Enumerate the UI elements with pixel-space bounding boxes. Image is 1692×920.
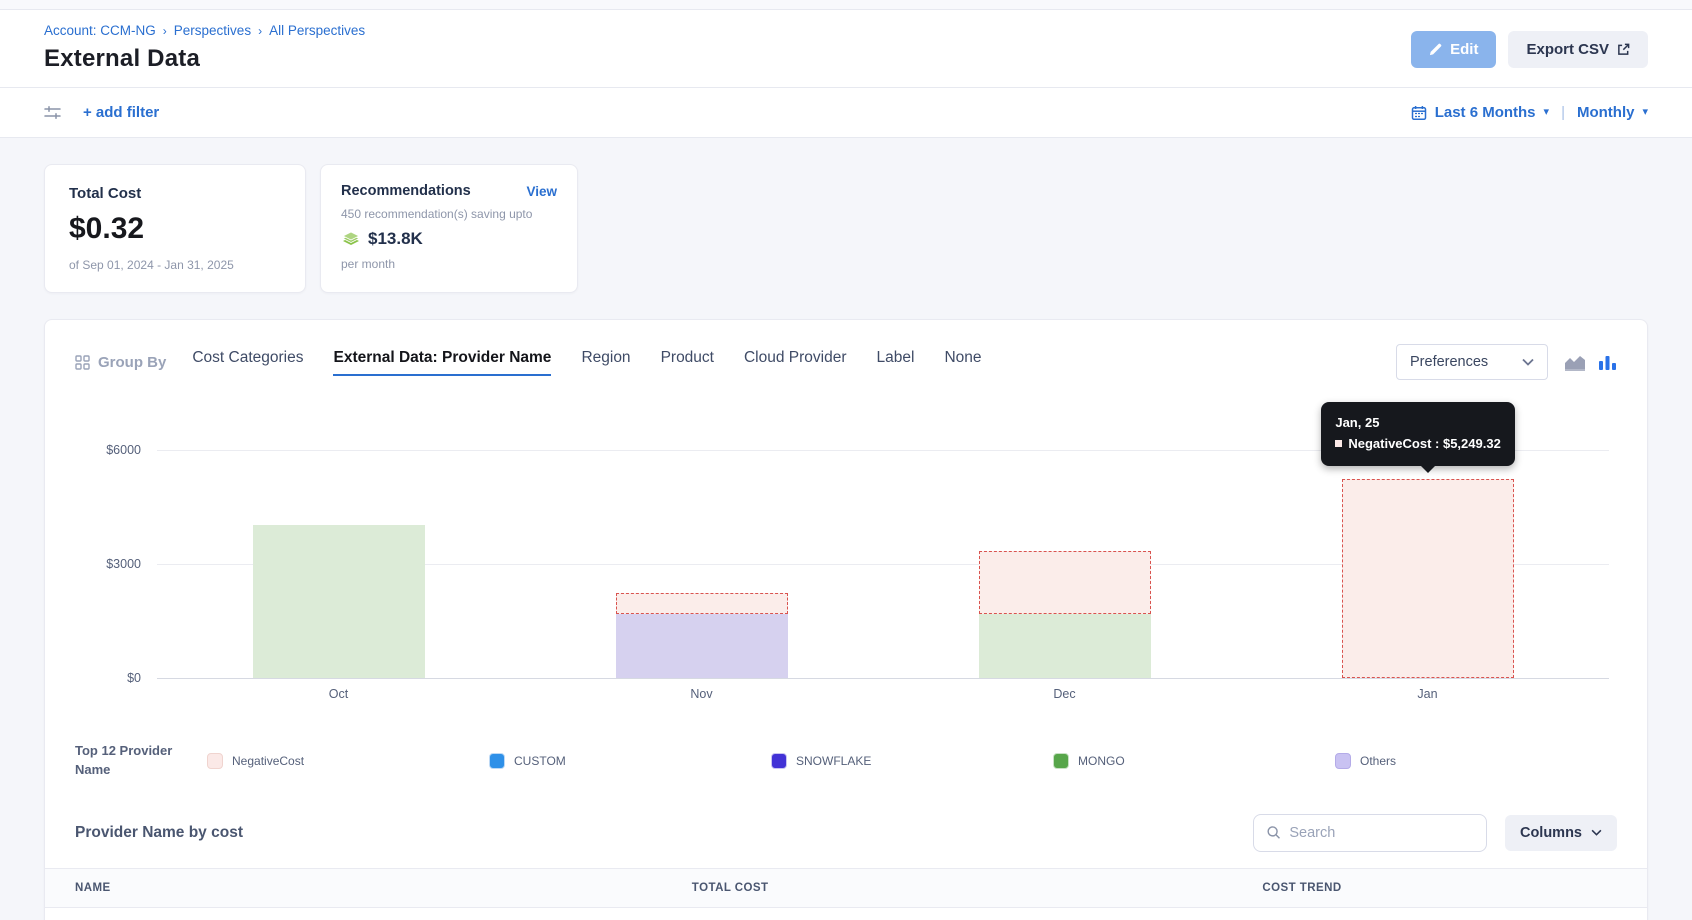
breadcrumb-separator: ›	[163, 24, 167, 38]
recommendations-card: Recommendations View 450 recommendation(…	[320, 164, 578, 293]
bar-segment-snowflake[interactable]	[616, 614, 788, 678]
legend-item[interactable]: SNOWFLAKE	[771, 753, 1053, 769]
x-axis-label: Jan	[1246, 687, 1609, 701]
pencil-icon	[1429, 43, 1442, 56]
chart-tooltip: Jan, 25 NegativeCost : $5,249.32	[1321, 402, 1514, 466]
legend-swatch	[771, 753, 787, 769]
recommendations-savings: $13.8K	[368, 229, 423, 249]
tooltip-swatch	[1335, 440, 1342, 447]
bar-segment-mongo[interactable]	[253, 525, 425, 678]
recommendations-view-link[interactable]: View	[526, 184, 557, 199]
legend-label: MONGO	[1078, 754, 1125, 768]
breadcrumb: Account: CCM-NG › Perspectives › All Perspec…	[44, 23, 365, 38]
filter-bar: + add filter Last 6 Months ▾ | Monthly ▾	[0, 88, 1692, 138]
group-by-tab[interactable]: Cost Categories	[192, 349, 303, 376]
chart-legend: Top 12 Provider Name NegativeCost CUSTOM S…	[75, 730, 1617, 800]
provider-cost-table: NAMETOTAL COSTCOST TREND CUSTOM$0.32▲NA%	[45, 868, 1647, 920]
recommendations-label: Recommendations	[341, 183, 471, 199]
legend-label: SNOWFLAKE	[796, 754, 871, 768]
edit-button[interactable]: Edit	[1411, 31, 1496, 68]
total-cost-label: Total Cost	[69, 185, 281, 202]
money-stack-icon	[341, 231, 361, 247]
breadcrumb-separator: ›	[258, 24, 262, 38]
x-axis-label: Dec	[883, 687, 1246, 701]
legend-item[interactable]: Others	[1335, 753, 1617, 769]
chevron-down-icon[interactable]: ▾	[1642, 107, 1648, 118]
legend-swatch	[1335, 753, 1351, 769]
granularity-dropdown[interactable]: Monthly	[1577, 104, 1635, 121]
chevron-down-icon	[1522, 358, 1534, 366]
export-csv-button[interactable]: Export CSV	[1508, 31, 1648, 68]
y-axis-tick: $6000	[75, 443, 141, 457]
legend-title: Top 12 Provider Name	[75, 742, 207, 780]
total-cost-card: Total Cost $0.32 of Sep 01, 2024 - Jan 3…	[44, 164, 306, 293]
group-by-tab[interactable]: Label	[877, 349, 915, 376]
group-by-tab[interactable]: External Data: Provider Name	[333, 349, 551, 376]
breadcrumb-link[interactable]: Perspectives	[174, 23, 251, 38]
grid-icon	[75, 355, 90, 370]
legend-label: NegativeCost	[232, 754, 304, 768]
legend-swatch	[1053, 753, 1069, 769]
bar-segment-negativecost[interactable]	[979, 551, 1151, 614]
date-range-dropdown[interactable]: Last 6 Months	[1435, 104, 1536, 121]
legend-swatch	[207, 753, 223, 769]
legend-item[interactable]: MONGO	[1053, 753, 1335, 769]
tooltip-series-value: NegativeCost : $5,249.32	[1335, 433, 1500, 454]
breadcrumb-link[interactable]: Account: CCM-NG	[44, 23, 156, 38]
table-header-row: NAMETOTAL COSTCOST TREND	[45, 868, 1647, 908]
legend-label: CUSTOM	[514, 754, 566, 768]
group-by-tabs: Cost Categories External Data: Provider N…	[192, 349, 1396, 376]
search-input[interactable]	[1289, 825, 1473, 841]
cost-bar-chart: Jan, 25 NegativeCost : $5,249.32 $6000$3…	[75, 418, 1617, 726]
preferences-dropdown[interactable]: Preferences	[1396, 344, 1548, 380]
bar-segment-negativecost[interactable]	[616, 593, 788, 614]
external-link-icon	[1617, 43, 1630, 56]
legend-item[interactable]: NegativeCost	[207, 753, 489, 769]
legend-item[interactable]: CUSTOM	[489, 753, 771, 769]
area-chart-icon[interactable]	[1564, 354, 1586, 371]
y-axis-tick: $0	[75, 671, 141, 685]
chevron-down-icon	[1591, 829, 1602, 836]
column-header[interactable]: NAME	[75, 882, 692, 894]
table-row[interactable]: CUSTOM$0.32▲NA%	[45, 908, 1647, 920]
columns-button[interactable]: Columns	[1505, 815, 1617, 851]
calendar-icon	[1411, 105, 1427, 121]
add-filter-button[interactable]: + add filter	[83, 104, 159, 121]
bar-slot: Dec	[883, 418, 1246, 678]
group-by-label: Group By	[75, 354, 166, 371]
bar-segment-negativecost[interactable]	[1342, 479, 1514, 678]
recommendations-per-month: per month	[341, 257, 557, 271]
legend-swatch	[489, 753, 505, 769]
recommendations-subtitle: 450 recommendation(s) saving upto	[341, 207, 557, 221]
total-cost-period: of Sep 01, 2024 - Jan 31, 2025	[69, 258, 281, 272]
total-cost-value: $0.32	[69, 212, 281, 246]
breadcrumb-link[interactable]: All Perspectives	[269, 23, 365, 38]
group-by-tab[interactable]: Cloud Provider	[744, 349, 847, 376]
group-by-tab[interactable]: None	[944, 349, 981, 376]
chevron-down-icon[interactable]: ▾	[1544, 107, 1550, 118]
tooltip-title: Jan, 25	[1335, 412, 1500, 433]
bar-segment-mongo[interactable]	[979, 614, 1151, 678]
x-axis-label: Nov	[520, 687, 883, 701]
table-search[interactable]	[1253, 814, 1487, 852]
filter-panel-icon[interactable]	[44, 105, 61, 120]
legend-label: Others	[1360, 754, 1396, 768]
divider: |	[1557, 104, 1569, 121]
page-title: External Data	[44, 45, 365, 73]
x-axis-label: Oct	[157, 687, 520, 701]
column-header[interactable]: TOTAL COST	[692, 882, 1263, 894]
search-icon	[1267, 825, 1280, 840]
group-by-tab[interactable]: Region	[581, 349, 630, 376]
viewport-top-edge	[0, 0, 1692, 10]
bar-chart-icon[interactable]	[1598, 354, 1617, 371]
y-axis-tick: $3000	[75, 557, 141, 571]
perspective-main-card: Group By Cost Categories External Data: P…	[44, 319, 1648, 920]
bar-slot: Nov	[520, 418, 883, 678]
column-header[interactable]: COST TREND	[1262, 882, 1617, 894]
bar-slot: Oct	[157, 418, 520, 678]
gridline	[157, 678, 1609, 679]
page-header: Account: CCM-NG › Perspectives › All Perspec…	[0, 10, 1692, 88]
group-by-tab[interactable]: Product	[661, 349, 714, 376]
table-title: Provider Name by cost	[75, 824, 243, 842]
